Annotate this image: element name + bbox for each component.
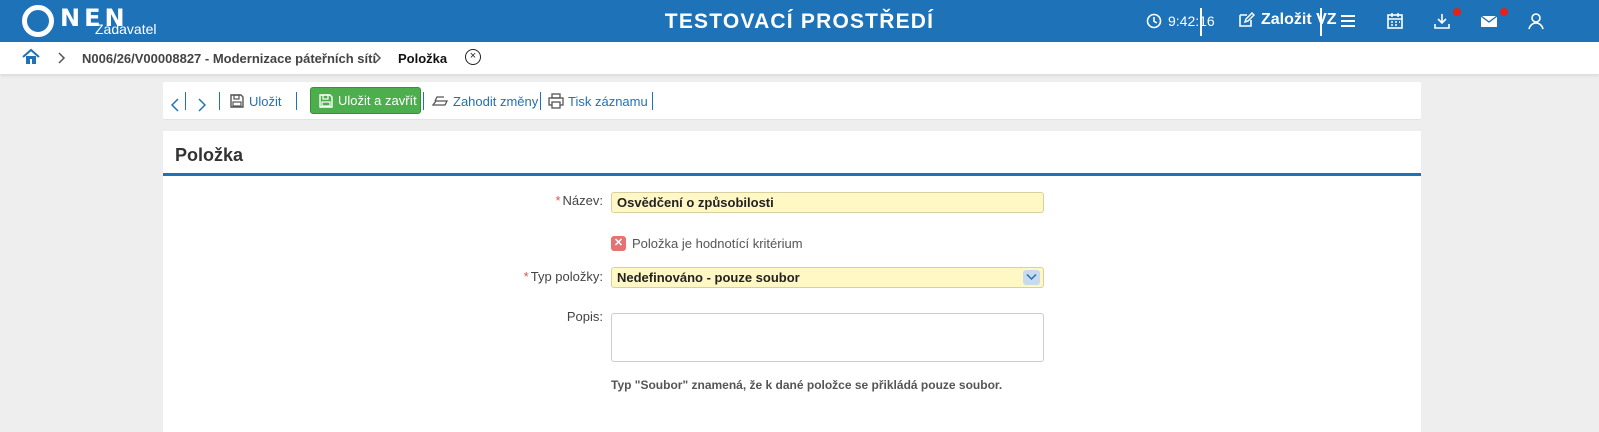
print-record-button[interactable]: Tisk záznamu (548, 90, 648, 112)
chevron-right-icon (374, 52, 382, 64)
edit-icon (1239, 11, 1255, 27)
clock-time: 9:42:16 (1168, 13, 1215, 29)
menu-icon[interactable] (1338, 11, 1358, 31)
chevron-down-icon (1026, 273, 1037, 281)
toolbar-divider (296, 92, 297, 110)
name-input[interactable]: Osvědčení o způsobilosti (611, 192, 1044, 213)
save-button[interactable]: Uložit (229, 90, 282, 112)
logo-mark-icon (22, 5, 54, 37)
session-clock: 9:42:16 (1146, 13, 1215, 29)
criterion-label: Položka je hodnotící kritérium (632, 236, 803, 251)
type-select-value: Nedefinováno - pouze soubor (617, 270, 800, 285)
chevron-right-icon (58, 52, 66, 64)
type-help-note: Typ "Soubor" znamená, že k dané položce … (611, 378, 1003, 392)
mail-icon[interactable] (1479, 11, 1499, 31)
divider (1200, 8, 1202, 36)
close-icon[interactable]: × (465, 49, 481, 65)
toolbar-divider (540, 92, 541, 110)
type-label: * Typ položky: (523, 269, 603, 284)
dropdown-toggle[interactable] (1023, 270, 1040, 285)
name-label: * Název: (555, 193, 603, 208)
description-textarea[interactable] (611, 313, 1044, 362)
toolbar-divider (219, 92, 220, 110)
criterion-checkbox[interactable]: ✕ (611, 236, 626, 251)
divider (1320, 8, 1322, 36)
save-and-close-button[interactable]: Uložit a zavřít (310, 87, 421, 114)
save-and-close-label: Uložit a zavřít (338, 93, 417, 108)
user-icon[interactable] (1526, 11, 1546, 31)
breadcrumb: N006/26/V00008827 - Modernizace páteřníc… (0, 42, 1599, 74)
create-contract-label: Založit VZ (1261, 11, 1337, 28)
breadcrumb-parent[interactable]: N006/26/V00008827 - Modernizace páteřníc… (82, 51, 376, 66)
mail-notification-dot (1500, 8, 1508, 16)
breadcrumb-current: Položka (398, 51, 448, 66)
criterion-checkbox-row[interactable]: ✕ Položka je hodnotící kritérium (611, 236, 803, 251)
clock-icon (1146, 13, 1162, 29)
toolbar-divider (652, 92, 653, 110)
environment-title: TESTOVACÍ PROSTŘEDÍ (664, 10, 935, 33)
logo-subtitle: Zadavatel (95, 21, 157, 37)
record-toolbar: Uložit Uložit a zavřít Zahodit změny Tis… (163, 82, 1421, 120)
item-form-panel: Položka * Název: Osvědčení o způsobilosti… (163, 131, 1421, 432)
panel-divider (163, 173, 1421, 176)
panel-title: Položka (175, 145, 244, 165)
next-record-icon[interactable] (198, 94, 206, 116)
toolbar-divider (185, 92, 186, 110)
print-record-label: Tisk záznamu (568, 93, 648, 109)
home-icon[interactable] (22, 48, 40, 66)
discard-changes-label: Zahodit změny (453, 93, 539, 109)
print-icon (548, 93, 564, 109)
description-label: Popis: (566, 309, 603, 324)
save-icon (319, 93, 333, 108)
top-bar: NEN Zadavatel TESTOVACÍ PROSTŘEDÍ 9:42:1… (0, 0, 1599, 42)
calendar-icon[interactable] (1385, 11, 1405, 31)
save-icon (230, 94, 244, 108)
type-select[interactable]: Nedefinováno - pouze soubor (611, 267, 1044, 288)
save-label: Uložit (249, 93, 282, 109)
prev-record-icon[interactable] (171, 94, 179, 116)
download-notification-dot (1453, 8, 1461, 16)
discard-changes-button[interactable]: Zahodit změny (431, 90, 538, 112)
download-icon[interactable] (1432, 11, 1452, 31)
toolbar-divider (423, 92, 424, 110)
discard-icon (431, 96, 449, 106)
